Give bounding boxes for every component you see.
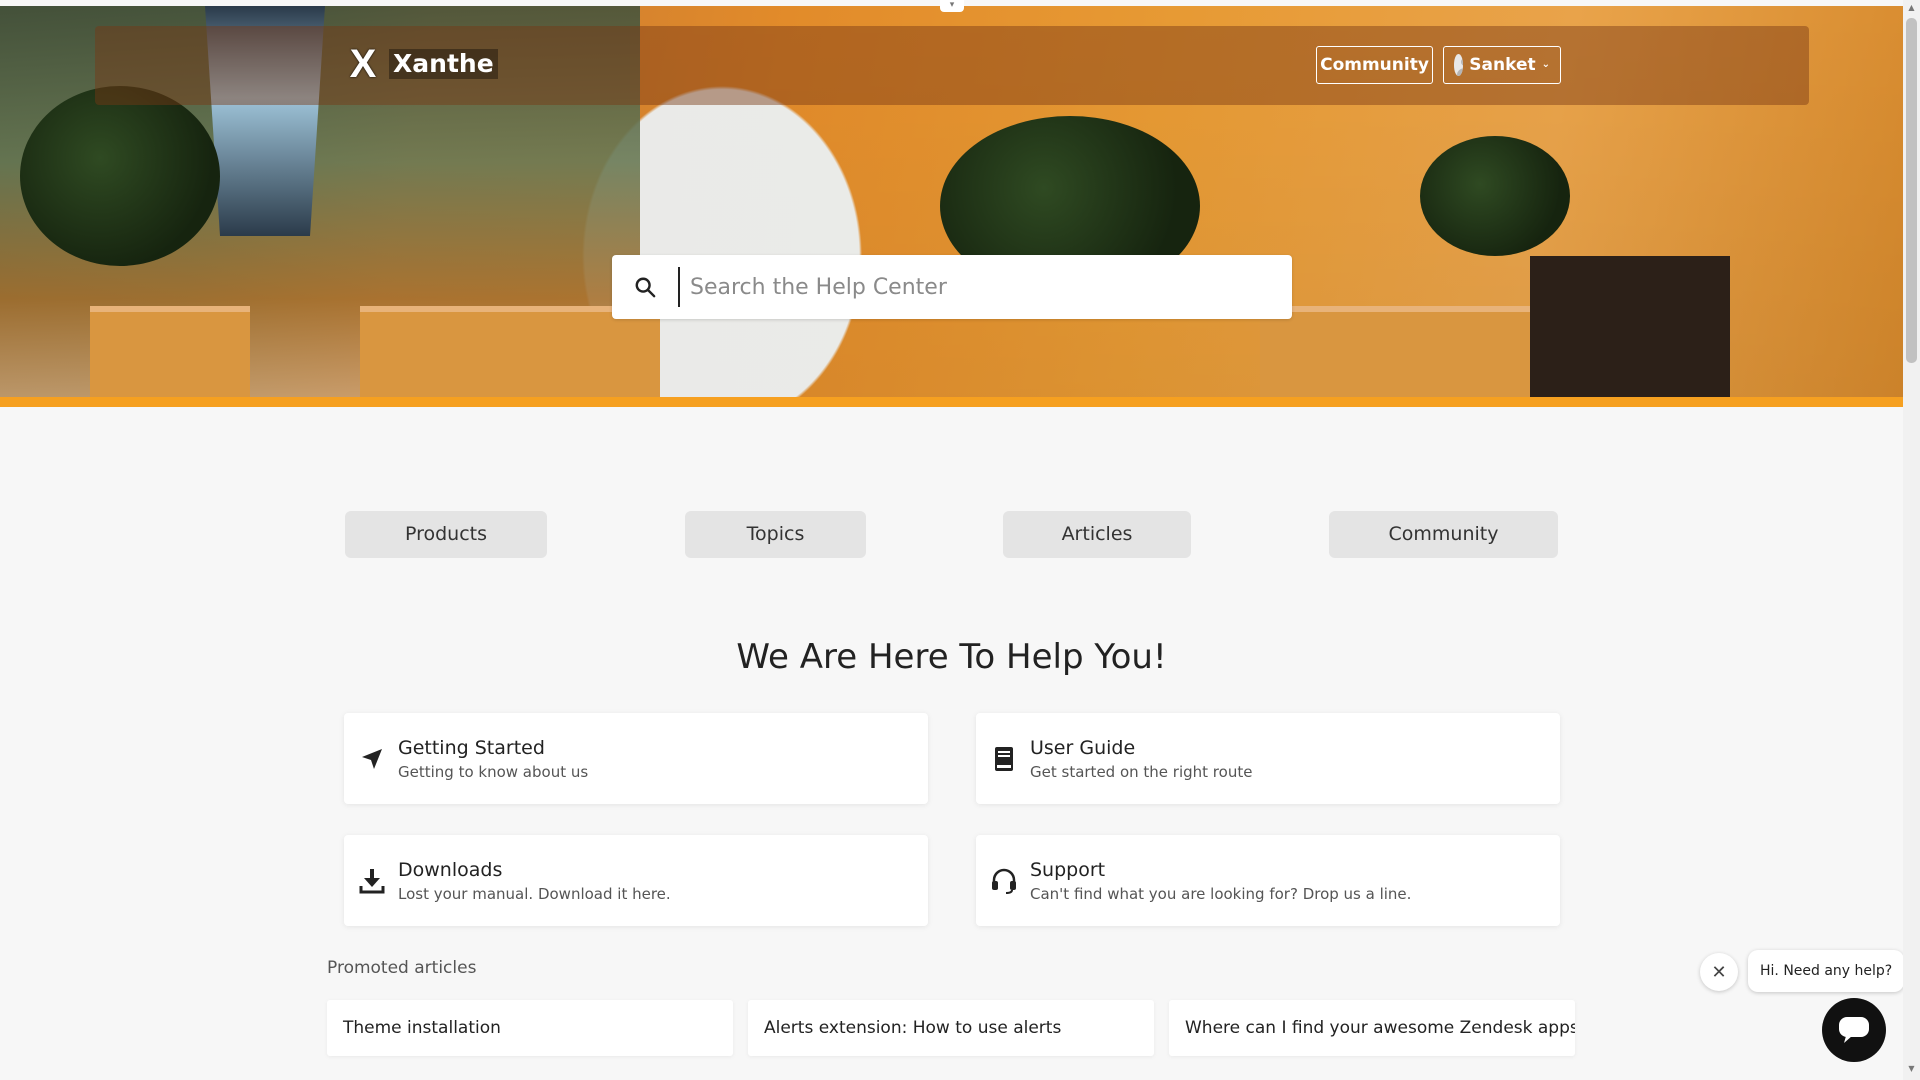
brand-name: Xanthe: [389, 49, 498, 79]
nav-articles-button[interactable]: Articles: [1003, 511, 1191, 558]
hero-wall-image: [360, 306, 660, 397]
card-user-guide[interactable]: User Guide Get started on the right rout…: [976, 713, 1560, 804]
chat-launcher-button[interactable]: [1822, 998, 1886, 1062]
card-downloads[interactable]: Downloads Lost your manual. Download it …: [344, 835, 928, 926]
card-subtitle: Getting to know about us: [398, 762, 589, 781]
chevron-down-icon: ⌄: [1541, 59, 1550, 70]
hero-shadow-image: [1530, 256, 1730, 397]
card-title: Getting Started: [398, 736, 545, 759]
card-subtitle: Get started on the right route: [1030, 762, 1253, 781]
hero-accent-strip: [0, 397, 1903, 407]
card-title: Downloads: [398, 858, 503, 881]
page-heading: We Are Here To Help You!: [736, 637, 1167, 677]
search-input[interactable]: [690, 274, 1292, 300]
close-icon[interactable]: ✕: [1700, 953, 1738, 991]
user-name: Sanket: [1469, 55, 1536, 75]
headset-icon: [990, 867, 1018, 895]
book-icon: [990, 745, 1018, 773]
hero-plant-image: [1420, 136, 1570, 256]
logo-x-icon: X: [349, 42, 377, 86]
chat-greeting-bubble[interactable]: Hi. Need any help?: [1748, 950, 1905, 992]
card-subtitle: Can't find what you are looking for? Dro…: [1030, 884, 1412, 903]
card-title: User Guide: [1030, 736, 1136, 759]
card-support[interactable]: Support Can't find what you are looking …: [976, 835, 1560, 926]
download-icon: [358, 867, 386, 895]
community-header-button[interactable]: Community: [1316, 46, 1433, 84]
promoted-articles-title: Promoted articles: [327, 958, 477, 978]
user-menu-button[interactable]: Sanket ⌄: [1443, 46, 1561, 84]
chat-bubble-icon: [1839, 1017, 1869, 1043]
promoted-article-link[interactable]: Theme installation: [327, 1000, 733, 1056]
text-cursor: [678, 267, 680, 307]
avatar: [1454, 54, 1464, 76]
scroll-down-icon[interactable]: ▼: [1906, 1064, 1917, 1076]
community-header-label: Community: [1320, 55, 1429, 75]
chevron-down-icon[interactable]: ▾: [940, 0, 964, 12]
hero-wall-image: [90, 306, 250, 397]
nav-products-button[interactable]: Products: [345, 511, 547, 558]
search-icon[interactable]: [612, 255, 678, 319]
card-title: Support: [1030, 858, 1106, 881]
brand-logo[interactable]: X Xanthe: [343, 42, 498, 86]
promoted-article-link[interactable]: Where can I find your awesome Zendesk ap…: [1169, 1000, 1575, 1056]
navigation-arrow-icon: [358, 745, 386, 773]
nav-community-button[interactable]: Community: [1329, 511, 1558, 558]
scroll-up-icon[interactable]: ▲: [1906, 3, 1917, 15]
hero-plant-image: [20, 86, 220, 266]
card-getting-started[interactable]: Getting Started Getting to know about us: [344, 713, 928, 804]
nav-topics-button[interactable]: Topics: [685, 511, 866, 558]
promoted-article-link[interactable]: Alerts extension: How to use alerts: [748, 1000, 1154, 1056]
card-subtitle: Lost your manual. Download it here.: [398, 884, 671, 903]
search-bar: [612, 255, 1292, 319]
scrollbar-thumb[interactable]: [1906, 18, 1917, 363]
